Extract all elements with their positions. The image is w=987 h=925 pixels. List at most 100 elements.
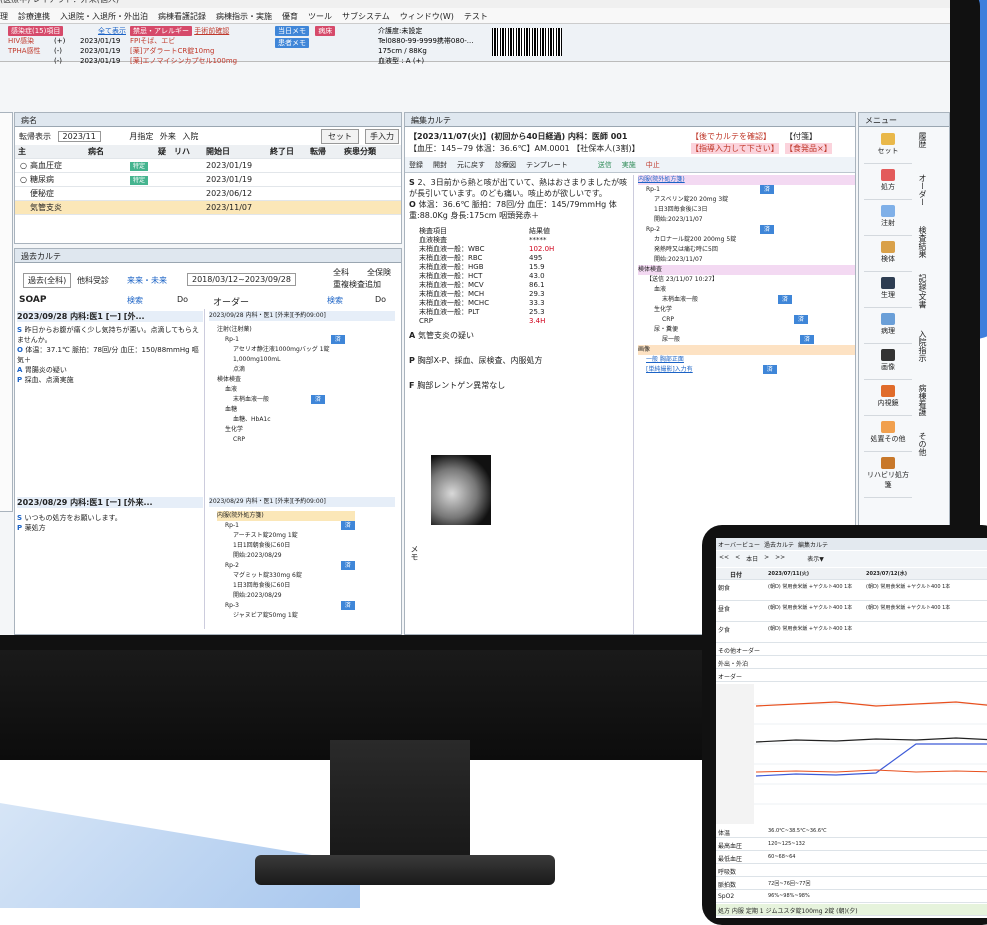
cancel-button[interactable]: 中止 xyxy=(646,160,660,169)
microscope-icon xyxy=(881,313,895,325)
xray-icon xyxy=(881,349,895,361)
table-row[interactable]: ○ 糖尿病 特定 2023/01/19 xyxy=(15,173,401,187)
infection-values: (+) (-) (-) xyxy=(54,37,66,65)
imaging-menu-button[interactable]: 画像 xyxy=(864,346,912,380)
duplicate-check[interactable]: 重複検査追加 xyxy=(333,279,381,290)
menu-item[interactable]: 者管理 xyxy=(0,11,8,21)
nav-last[interactable]: >> xyxy=(775,554,785,564)
table-row[interactable]: ○ 高血圧症 特定 2023/01/19 xyxy=(15,159,401,173)
tab-overview[interactable]: オーバービュー xyxy=(718,540,760,549)
soap-editor[interactable]: S 2、3日前から熱と咳が出ていて、熱はおさまりましたが咳が長引いています。のど… xyxy=(409,177,633,391)
month-select[interactable]: 2023/11 xyxy=(57,131,101,142)
set-button[interactable]: セット xyxy=(321,129,359,144)
dept-filter[interactable]: 全科 xyxy=(333,267,349,278)
vtab-ward-nursing[interactable]: 病棟看護 xyxy=(914,384,928,416)
window-title: 環境(医療中) レイアウト：外来(個人) xyxy=(0,0,950,8)
infection-dates: 2023/01/19 2023/01/19 2023/01/19 xyxy=(80,37,121,65)
menu-item[interactable]: 入退院・入退所・外出泊 xyxy=(60,11,148,21)
endoscopy-menu-button[interactable]: 内視鏡 xyxy=(864,382,912,416)
vtab-records[interactable]: 記録/文書 xyxy=(914,274,928,309)
nav-today[interactable]: 本日 xyxy=(746,554,758,564)
table-row[interactable]: 便秘症 2023/06/12 xyxy=(15,187,401,201)
execute-button[interactable]: 実施 xyxy=(622,160,636,169)
past-karte-tab[interactable]: 過去カルテ xyxy=(15,249,401,263)
chest-xray-image[interactable] xyxy=(431,455,491,525)
display-menu[interactable]: 表示▼ xyxy=(807,554,824,564)
menu-item[interactable]: サブシステム xyxy=(342,11,390,21)
menu-item[interactable]: 優育 xyxy=(282,11,298,21)
set-menu-button[interactable]: セット xyxy=(864,130,912,164)
show-all-link[interactable]: 全て表示 xyxy=(98,26,126,36)
injection-menu-button[interactable]: 注射 xyxy=(864,202,912,236)
tablet-row: 外出・外泊 xyxy=(716,657,987,669)
today-memo-button[interactable]: 当日メモ xyxy=(275,26,309,36)
disease-tab[interactable]: 病名 xyxy=(15,113,401,127)
soap-do[interactable]: Do xyxy=(177,295,188,304)
filter-visit[interactable]: 来来・未来 xyxy=(127,275,167,286)
vital-row: 脈拍数 72回~76回~77回 xyxy=(716,878,987,890)
prescription-menu-button[interactable]: 処方 xyxy=(864,166,912,200)
pathology-menu-button[interactable]: 病理 xyxy=(864,310,912,344)
tab-edit-karte[interactable]: 編集カルテ xyxy=(798,540,828,549)
guidance-prompt[interactable]: 【指導入力して下さい】 xyxy=(691,143,779,154)
soap-entry-title[interactable]: 2023/09/28 内科:医1 [ー] [外... xyxy=(17,311,203,322)
menu-item[interactable]: 病棟看護記録 xyxy=(158,11,206,21)
vital-row: 呼吸数 xyxy=(716,865,987,877)
vtab-results[interactable]: 検査結果 xyxy=(914,226,928,258)
background-floor-shape xyxy=(0,803,360,908)
insurance-filter[interactable]: 全保険 xyxy=(367,267,391,278)
physiology-menu-button[interactable]: 生理 xyxy=(864,274,912,308)
allergy-box[interactable]: 禁忌・アレルギー 手術前確認 FPIそば、エビ [薬]アダラートCR錠10mg … xyxy=(130,26,237,66)
menu-item[interactable]: ウィンドウ(W) xyxy=(400,11,454,21)
date-range-select[interactable]: 2018/03/12~2023/09/28 xyxy=(187,273,296,286)
specimen-menu-button[interactable]: 検体 xyxy=(864,238,912,272)
vtab-history[interactable]: 履歴 xyxy=(914,132,928,148)
table-row-selected[interactable]: 気管支炎 2023/11/07 xyxy=(15,201,401,215)
vtab-order[interactable]: オーダー xyxy=(914,174,928,206)
menu-item[interactable]: 診療連携 xyxy=(18,11,50,21)
order-tree: 内服(院外処方箋) Rp-1 済 アーチスト錠20mg 1錠 1日1回朝食後に6… xyxy=(217,511,355,621)
filter-other-dept[interactable]: 他科受診 xyxy=(77,275,109,286)
visit-vitals-line: 【血圧：145~79 体温：36.6℃】AM.0001 【社保本人(3割)】 xyxy=(409,144,640,153)
menu-item[interactable]: 病棟指示・実施 xyxy=(216,11,272,21)
karte-toolbar: 登録 開封 元に戻す 診療図 テンプレート 送信 実施 中止 xyxy=(405,157,855,173)
nav-first[interactable]: << xyxy=(719,554,729,564)
undo-button[interactable]: 元に戻す xyxy=(457,160,485,169)
patient-memo-button[interactable]: 患者メモ xyxy=(275,38,309,48)
vtab-other[interactable]: その他 xyxy=(914,432,928,456)
menu-item[interactable]: ツール xyxy=(308,11,332,21)
menu-item[interactable]: テスト xyxy=(464,11,488,21)
rehab-menu-button[interactable]: リハビリ処方箋 xyxy=(864,454,912,498)
order-do[interactable]: Do xyxy=(375,295,386,304)
edit-karte-tab[interactable]: 編集カルテ xyxy=(405,113,855,127)
order-search[interactable]: 検索 xyxy=(327,295,343,306)
diagram-button[interactable]: 診療図 xyxy=(495,160,516,169)
order-tree: 注射(注射薬) Rp-1 済 アセリオ静注液1000mgバッグ 1錠 1,000… xyxy=(217,325,345,445)
order-entry-title[interactable]: 2023/08/29 内科・医1 [外来][予約09:00] xyxy=(209,497,395,507)
vital-row: 体温 36.0℃~38.5℃~36.6℃ xyxy=(716,826,987,838)
order-entry-title[interactable]: 2023/09/28 内科・医1 [外来][予約09:00] xyxy=(209,311,395,321)
check-later-flag[interactable]: 【後でカルテを確認】 xyxy=(691,131,771,142)
radio-outpatient[interactable]: 外来 xyxy=(160,132,176,141)
manual-input-button[interactable]: 手入力 xyxy=(365,129,399,144)
vital-row: SpO2 96%~98%~98% xyxy=(716,891,987,903)
send-button[interactable]: 送信 xyxy=(598,160,612,169)
nav-prev[interactable]: < xyxy=(735,554,740,564)
radio-inpatient[interactable]: 入院 xyxy=(182,132,198,141)
filter-all-button[interactable]: 過去(全科) xyxy=(23,273,72,288)
open-button[interactable]: 開封 xyxy=(433,160,447,169)
procedure-menu-button[interactable]: 処置その他 xyxy=(864,418,912,452)
template-button[interactable]: テンプレート xyxy=(526,160,568,169)
vtab-admission[interactable]: 入院指示 xyxy=(914,330,928,362)
side-menu-tab[interactable]: メニュー xyxy=(859,113,949,127)
nav-next[interactable]: > xyxy=(764,554,769,564)
soap-search[interactable]: 検索 xyxy=(127,295,143,306)
tablet-row: 朝食 (朝D) 常用食米飯 +ヤクルト400 1本 (朝D) 常用食米飯 +ヤク… xyxy=(716,581,987,601)
register-button[interactable]: 登録 xyxy=(409,160,423,169)
vital-chart xyxy=(716,684,987,824)
soap-entry-title[interactable]: 2023/08/29 内科:医1 [ー] [外来... xyxy=(17,497,203,508)
tab-past-karte[interactable]: 過去カルテ xyxy=(764,540,794,549)
tablet-row: 昼食 (朝D) 常用食米飯 +ヤクルト400 1本 (朝D) 常用食米飯 +ヤク… xyxy=(716,602,987,622)
disease-panel: 病名 転帰表示 2023/11 月指定 外来 入院 セット 手入力 主 病名 疑… xyxy=(14,112,402,244)
sticky-note[interactable]: 【付箋】 xyxy=(785,131,817,142)
